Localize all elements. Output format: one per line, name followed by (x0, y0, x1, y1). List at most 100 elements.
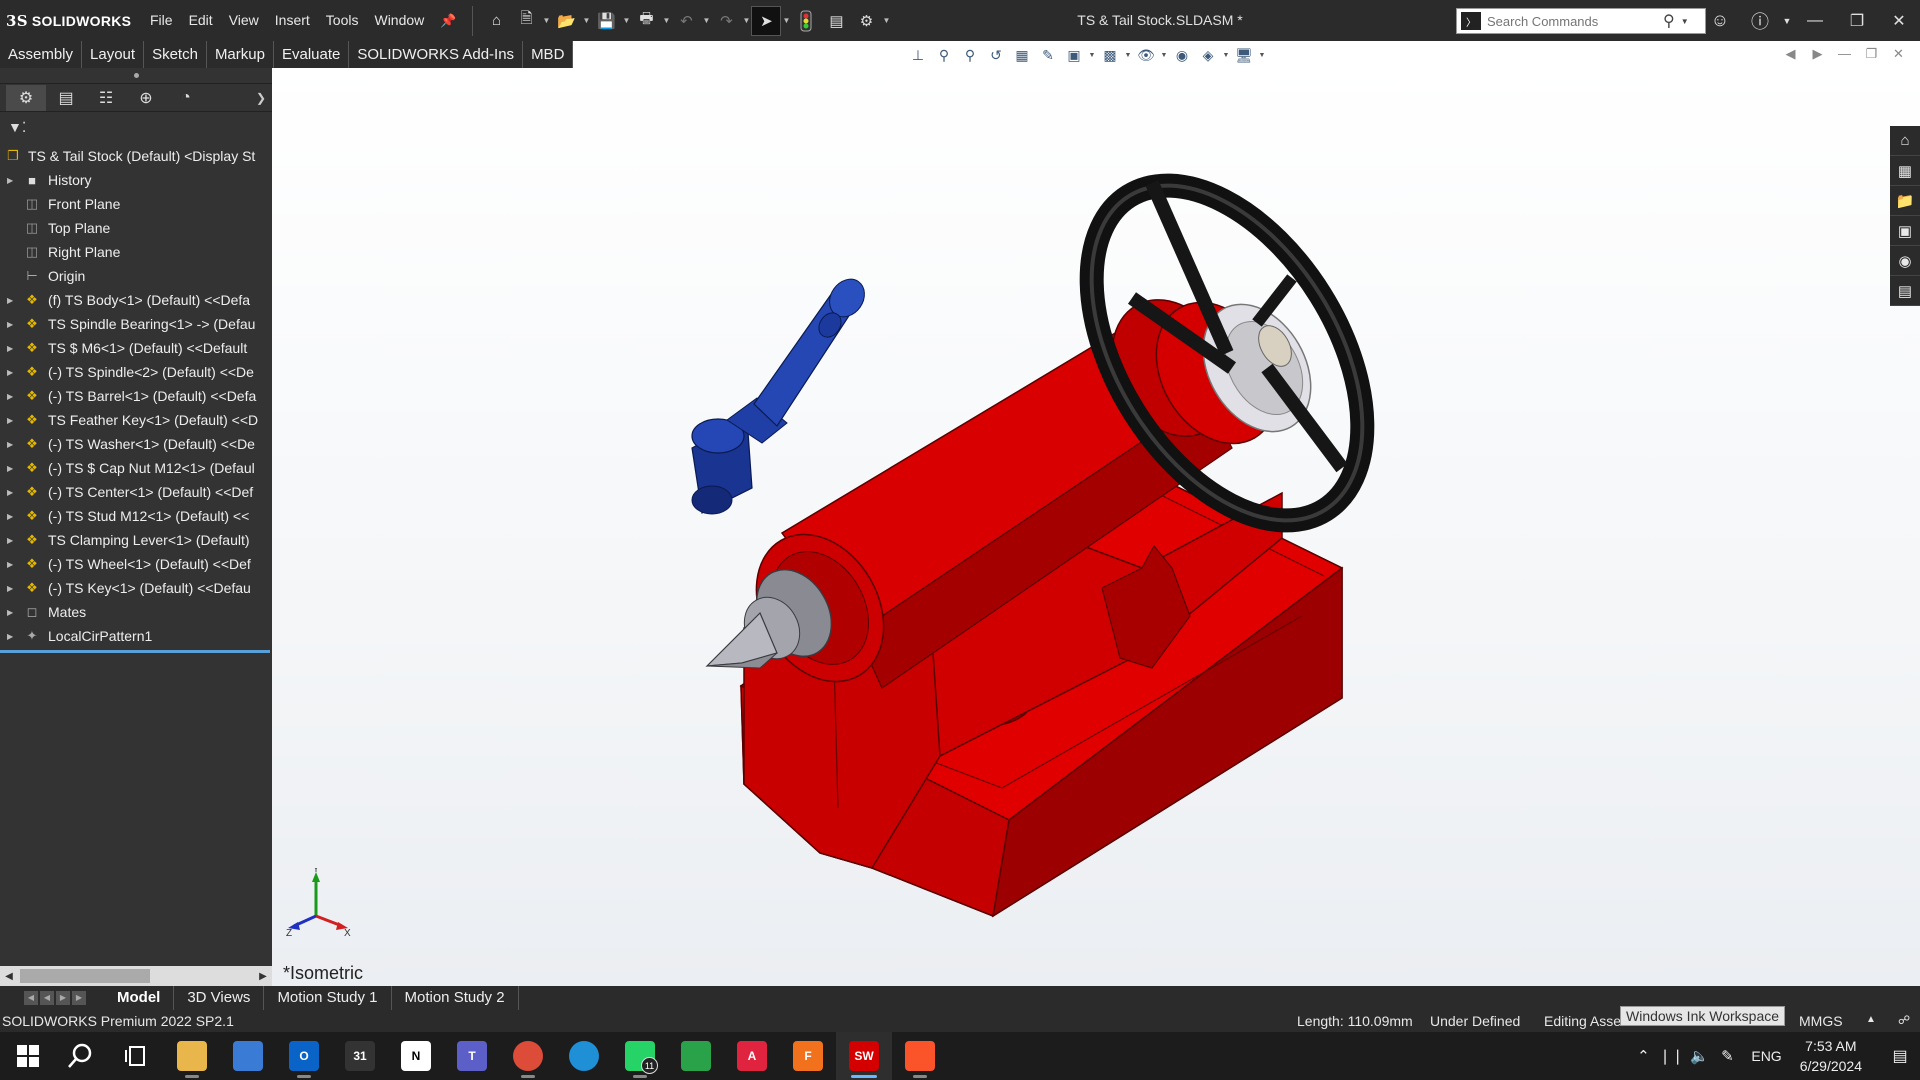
zoom-to-area-icon[interactable]: ⚲ (957, 44, 983, 66)
menu-tools[interactable]: Tools (318, 0, 367, 41)
tab-mbd[interactable]: MBD (523, 41, 574, 68)
volume-icon[interactable]: 🔈 (1685, 1047, 1713, 1065)
redo-icon[interactable]: ↷ (711, 6, 741, 36)
tab-markup[interactable]: Markup (207, 41, 274, 68)
tree-item[interactable]: ▶ ❖ TS Spindle Bearing<1> -> (Defau (0, 312, 272, 336)
last-tab-icon[interactable]: ▶ (72, 991, 86, 1005)
measure-icon[interactable]: ⊥ (905, 44, 931, 66)
tab-3d-views[interactable]: 3D Views (174, 986, 265, 1010)
view-settings-icon[interactable]: 🖥 (1231, 44, 1257, 66)
custom-properties-icon[interactable]: ▤ (1890, 276, 1920, 306)
menu-view[interactable]: View (221, 0, 267, 41)
redo-dropdown-icon[interactable]: ▼ (741, 16, 751, 25)
hide-show-dropdown-icon[interactable]: ▼ (1159, 52, 1169, 59)
tree-item[interactable]: ▶ ❖ (-) TS Spindle<2> (Default) <<De (0, 360, 272, 384)
undo-dropdown-icon[interactable]: ▼ (701, 16, 711, 25)
help-icon[interactable]: ⓘ (1740, 8, 1780, 34)
tab-layout[interactable]: Layout (82, 41, 145, 68)
taskbar-file-explorer-button[interactable] (164, 1032, 220, 1080)
scroll-right-icon[interactable]: ▶ (254, 971, 272, 982)
tab-model[interactable]: Model (104, 986, 175, 1010)
close-icon[interactable]: ✕ (1878, 11, 1920, 31)
new-dropdown-icon[interactable]: ▼ (541, 16, 551, 25)
select-dropdown-icon[interactable]: ▼ (781, 16, 791, 25)
dynamic-annotation-icon[interactable]: ✎ (1035, 44, 1061, 66)
tree-item[interactable]: ▶ ❖ (f) TS Body<1> (Default) <<Defa (0, 288, 272, 312)
filter-icon[interactable]: ▼⁚ (8, 119, 26, 136)
expand-arrow-icon[interactable]: ▶ (7, 560, 17, 569)
apply-scene-icon[interactable]: ◈ (1195, 44, 1221, 66)
taskbar-chrome-button[interactable] (500, 1032, 556, 1080)
notification-icon[interactable]: ▤ (1880, 1046, 1920, 1066)
tree-item[interactable]: ▶ ❖ (-) TS Stud M12<1> (Default) << (0, 504, 272, 528)
tree-item[interactable]: ◫ Top Plane (0, 216, 272, 240)
expand-arrow-icon[interactable]: ▶ (7, 632, 17, 641)
tab-motion-study-1[interactable]: Motion Study 1 (264, 986, 392, 1010)
tab-solidworks-addins[interactable]: SOLIDWORKS Add-Ins (349, 41, 524, 68)
taskbar-brave-button[interactable] (892, 1032, 948, 1080)
tab-assembly[interactable]: Assembly (0, 41, 83, 68)
tree-item[interactable]: ▶ ❖ (-) TS Key<1> (Default) <<Defau (0, 576, 272, 600)
magnifier-icon[interactable]: ⚲ (1663, 11, 1675, 31)
zoom-to-fit-icon[interactable]: ⚲ (931, 44, 957, 66)
network-icon[interactable]: ❘❘ (1657, 1047, 1685, 1065)
pin-icon[interactable]: 📌 (432, 13, 464, 29)
menu-insert[interactable]: Insert (267, 0, 318, 41)
show-hidden-icons-icon[interactable]: ⌃ (1629, 1047, 1657, 1065)
expand-arrow-icon[interactable]: ▶ (7, 392, 17, 401)
print-icon[interactable]: 🖶 (631, 6, 661, 36)
tree-item[interactable]: ▶ ❖ TS Feather Key<1> (Default) <<D (0, 408, 272, 432)
view-orientation-icon[interactable]: ▣ (1061, 44, 1087, 66)
expand-arrow-icon[interactable]: ▶ (7, 296, 17, 305)
help-dropdown-icon[interactable]: ▼ (1780, 16, 1794, 26)
tree-item[interactable]: ▶ ❖ (-) TS Center<1> (Default) <<Def (0, 480, 272, 504)
viewport-restore-icon[interactable]: ❐ (1858, 46, 1885, 62)
dimxpert-manager-tab-icon[interactable]: ⊕ (126, 85, 166, 111)
expand-arrow-icon[interactable]: ▶ (7, 536, 17, 545)
expand-arrow-icon[interactable]: ▶ (7, 344, 17, 353)
rebuild-traffic-light-icon[interactable] (791, 6, 821, 36)
save-icon[interactable]: 💾 (591, 6, 621, 36)
ts-clamping-lever[interactable] (691, 272, 872, 515)
open-dropdown-icon[interactable]: ▼ (581, 16, 591, 25)
taskbar-fusion-button[interactable]: F (780, 1032, 836, 1080)
panel-horizontal-scrollbar[interactable]: ◀ ▶ (0, 966, 272, 986)
undo-icon[interactable]: ↶ (671, 6, 701, 36)
search-dropdown-icon[interactable]: ▼ (1681, 17, 1689, 26)
task-view-icon[interactable] (108, 1032, 164, 1080)
display-style-icon[interactable]: ▩ (1097, 44, 1123, 66)
minimize-icon[interactable]: — (1794, 12, 1836, 30)
tree-item[interactable]: ▶ ❖ (-) TS Wheel<1> (Default) <<Def (0, 552, 272, 576)
taskbar-autocad-button[interactable]: A (724, 1032, 780, 1080)
tree-item[interactable]: ▶ ❖ (-) TS Washer<1> (Default) <<De (0, 432, 272, 456)
tree-item[interactable]: ▶ ◻ Mates (0, 600, 272, 624)
new-document-icon[interactable]: 🗎 (511, 6, 541, 36)
options-dropdown-icon[interactable]: ▼ (881, 16, 891, 25)
clock[interactable]: 7:53 AM 6/29/2024 (1800, 1036, 1862, 1076)
tailstock-model[interactable] (272, 68, 1920, 986)
expand-arrow-icon[interactable]: ▶ (7, 416, 17, 425)
expand-arrow-icon[interactable]: ▶ (7, 512, 17, 521)
restore-icon[interactable]: ❐ (1836, 11, 1878, 31)
unit-system[interactable]: MMGS (1799, 1013, 1843, 1029)
next-tab-icon[interactable]: ▶ (56, 991, 70, 1005)
taskbar-outlook-button[interactable]: O (276, 1032, 332, 1080)
file-explorer-folder-icon[interactable]: 📁 (1890, 186, 1920, 216)
tree-item[interactable]: ▶ ❖ (-) TS Barrel<1> (Default) <<Defa (0, 384, 272, 408)
tree-end-marker[interactable] (0, 650, 270, 653)
expand-arrow-icon[interactable]: ▶ (7, 488, 17, 497)
taskbar-microsoft-store-button[interactable] (220, 1032, 276, 1080)
taskbar-search-icon[interactable] (52, 1032, 108, 1080)
solidworks-logo[interactable]: 3S SOLIDWORKS (6, 0, 142, 41)
first-tab-icon[interactable]: ◀ (24, 991, 38, 1005)
design-library-icon[interactable]: ▦ (1890, 156, 1920, 186)
search-commands-box[interactable]: 〉 ⚲ ▼ (1456, 8, 1706, 34)
tab-motion-study-2[interactable]: Motion Study 2 (392, 986, 519, 1010)
expand-arrow-icon[interactable]: ▶ (7, 176, 17, 185)
tab-sketch[interactable]: Sketch (144, 41, 207, 68)
viewport-expand-icon[interactable]: ▶ (1804, 46, 1831, 62)
tree-item[interactable]: ◫ Right Plane (0, 240, 272, 264)
hide-show-items-icon[interactable]: 👁 (1133, 44, 1159, 66)
windows-start-icon[interactable] (4, 1032, 52, 1080)
expand-arrow-icon[interactable]: ▶ (7, 368, 17, 377)
